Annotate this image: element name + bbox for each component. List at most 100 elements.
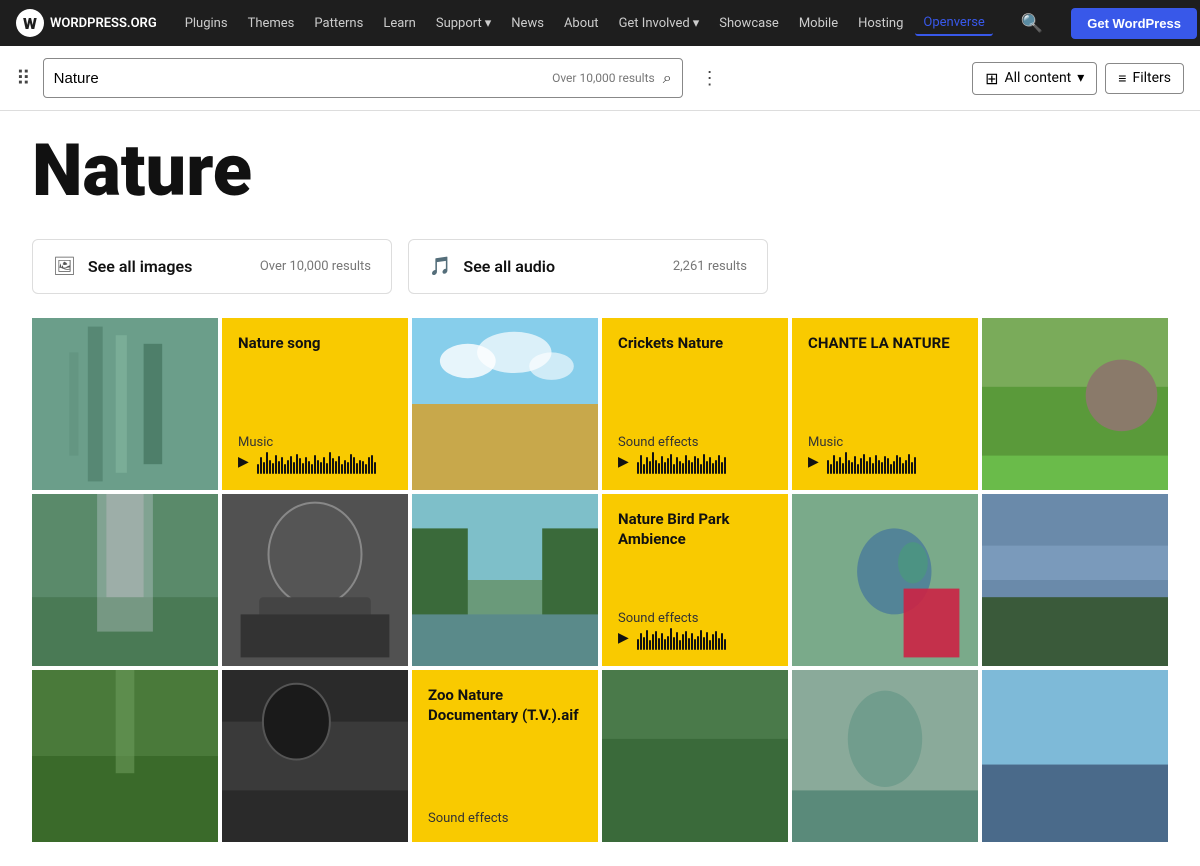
search-options-icon[interactable]: ⋮ [695,68,725,89]
search-magnify-icon[interactable]: ⌕ [663,68,672,88]
nav-themes[interactable]: Themes [240,11,303,36]
nav-showcase[interactable]: Showcase [711,11,787,36]
media-item[interactable] [32,318,218,490]
audio-category: Sound effects [618,435,772,450]
nav-patterns[interactable]: Patterns [306,11,371,36]
audio-category-card[interactable]: 🎵 See all audio 2,261 results [408,239,768,294]
image-placeholder [32,318,218,490]
play-icon[interactable]: ▶ [808,454,819,470]
nav-about[interactable]: About [556,11,607,36]
content-filter-label: All content [1004,70,1071,86]
nav-search-icon[interactable]: 🔍 [1013,13,1051,34]
audio-title: Zoo Nature Documentary (T.V.).aif [428,686,582,725]
content-filter-dropdown[interactable]: ⊞ All content ▾ [972,62,1097,95]
media-item[interactable] [792,494,978,666]
audio-card-zoo[interactable]: Zoo Nature Documentary (T.V.).aif Sound … [412,670,598,842]
media-item[interactable] [982,494,1168,666]
top-navigation: W WORDPRESS.ORG Plugins Themes Patterns … [0,0,1200,46]
search-input[interactable] [54,70,552,87]
grid-icon[interactable]: ⠿ [16,66,31,90]
image-placeholder [792,494,978,666]
images-count: Over 10,000 results [260,259,371,274]
filters-button[interactable]: ≡ Filters [1105,63,1184,94]
play-icon[interactable]: ▶ [618,454,629,470]
audio-controls: ▶ [618,626,772,650]
nav-links: Plugins Themes Patterns Learn Support ▾ … [177,11,993,36]
image-placeholder [982,670,1168,842]
filters-icon: ≡ [1118,70,1126,87]
media-item[interactable] [792,670,978,842]
filters-label: Filters [1132,70,1171,86]
audio-icon: 🎵 [429,256,451,277]
image-placeholder [412,494,598,666]
audio-card-nature-song[interactable]: Nature song Music ▶ [222,318,408,490]
media-item[interactable] [412,318,598,490]
audio-category: Music [238,435,392,450]
search-results-count: Over 10,000 results [552,71,655,85]
audio-category: Music [808,435,962,450]
audio-controls: ▶ [618,450,772,474]
search-bar-right: ⊞ All content ▾ ≡ Filters [972,62,1184,95]
nav-learn[interactable]: Learn [375,11,424,36]
content-filter-chevron: ▾ [1077,70,1084,86]
page-title: Nature [32,135,1168,207]
wordpress-logo[interactable]: W WORDPRESS.ORG [16,9,157,37]
audio-controls: ▶ [238,450,392,474]
image-placeholder [982,318,1168,490]
audio-label: See all audio [463,257,660,276]
media-item[interactable] [32,494,218,666]
media-item[interactable] [982,670,1168,842]
nav-openverse[interactable]: Openverse [915,11,992,36]
nav-hosting[interactable]: Hosting [850,11,911,36]
play-icon[interactable]: ▶ [618,630,629,646]
audio-title: CHANTE LA NATURE [808,334,962,354]
image-placeholder [602,670,788,842]
audio-title: Crickets Nature [618,334,772,354]
image-placeholder [222,670,408,842]
waveform [257,450,392,474]
nav-news[interactable]: News [503,11,552,36]
audio-category: Sound effects [618,611,772,626]
waveform [827,450,962,474]
media-item[interactable] [982,318,1168,490]
media-item[interactable] [412,494,598,666]
nav-mobile[interactable]: Mobile [791,11,846,36]
play-icon[interactable]: ▶ [238,454,249,470]
wp-logo-text: WORDPRESS.ORG [50,16,157,31]
media-grid-row1: Nature song Music ▶ [32,318,1168,490]
nav-plugins[interactable]: Plugins [177,11,236,36]
images-category-card[interactable]: 🖼 See all images Over 10,000 results [32,239,392,294]
media-item[interactable] [222,494,408,666]
waveform [637,450,772,474]
search-bar: ⠿ Over 10,000 results ⌕ ⋮ ⊞ All content … [0,46,1200,111]
image-icon: 🖼 [53,256,76,277]
get-wordpress-button[interactable]: Get WordPress [1071,8,1197,39]
nav-support[interactable]: Support ▾ [428,11,499,36]
search-input-wrap[interactable]: Over 10,000 results ⌕ [43,58,683,98]
media-grid-row3: Zoo Nature Documentary (T.V.).aif Sound … [32,670,1168,842]
audio-category: Sound effects [428,811,582,826]
audio-title: Nature song [238,334,392,354]
media-item[interactable] [602,670,788,842]
image-placeholder [32,494,218,666]
category-cards: 🖼 See all images Over 10,000 results 🎵 S… [32,239,1168,294]
waveform [637,626,772,650]
content-filter-icon: ⊞ [985,69,998,88]
audio-card-bird-park[interactable]: Nature Bird Park Ambience Sound effects … [602,494,788,666]
audio-controls: ▶ [808,450,962,474]
audio-card-crickets[interactable]: Crickets Nature Sound effects ▶ [602,318,788,490]
image-placeholder [982,494,1168,666]
images-label: See all images [88,257,248,276]
nav-get-involved[interactable]: Get Involved ▾ [611,11,708,36]
media-item[interactable] [32,670,218,842]
audio-title: Nature Bird Park Ambience [618,510,772,549]
media-item[interactable] [222,670,408,842]
audio-count: 2,261 results [673,259,747,274]
audio-card-chante[interactable]: CHANTE LA NATURE Music ▶ [792,318,978,490]
image-placeholder [32,670,218,842]
media-grid-row2: Nature Bird Park Ambience Sound effects … [32,494,1168,666]
image-placeholder [222,494,408,666]
image-placeholder [792,670,978,842]
image-placeholder [412,318,598,490]
wp-logo-icon: W [16,9,44,37]
